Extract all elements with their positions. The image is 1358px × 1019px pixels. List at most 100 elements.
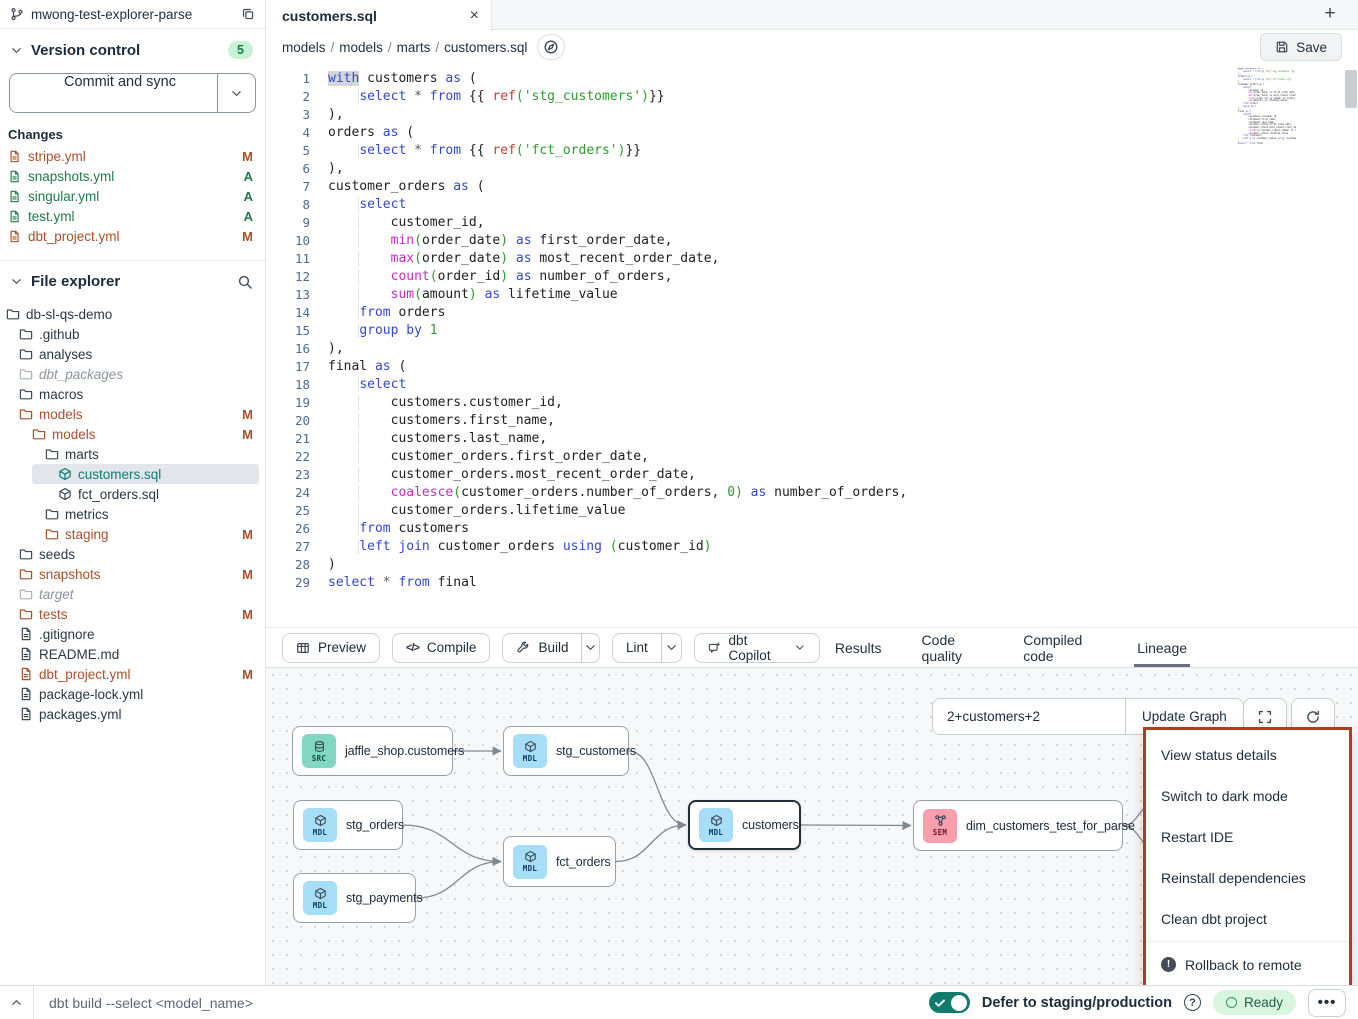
help-icon[interactable]: ? — [1184, 994, 1201, 1011]
menu-item-restart-ide[interactable]: Restart IDE — [1146, 816, 1349, 857]
compile-button[interactable]: </> Compile — [392, 633, 490, 663]
save-button[interactable]: Save — [1260, 33, 1342, 61]
commit-options-caret[interactable] — [217, 74, 255, 112]
close-icon[interactable]: × — [470, 8, 479, 24]
menu-item-reinstall-dependencies[interactable]: Reinstall dependencies — [1146, 857, 1349, 898]
version-control-header[interactable]: Version control 5 — [0, 29, 265, 65]
lineage-node-stg_payments[interactable]: MDLstg_payments — [293, 873, 416, 923]
tree-item-customers-sql[interactable]: customers.sql — [0, 464, 265, 484]
chevron-down-icon — [230, 87, 243, 100]
tree-item-models[interactable]: modelsM — [0, 404, 265, 424]
lineage-node-src_jaffle[interactable]: SRCjaffle_shop.customers — [292, 726, 453, 776]
lint-button[interactable]: Lint — [613, 634, 661, 662]
code-line: with customers as ( — [328, 70, 907, 88]
file-actions-button[interactable] — [537, 34, 565, 60]
tree-item--gitignore[interactable]: .gitignore — [0, 624, 265, 644]
editor-scrollbar[interactable] — [1345, 70, 1357, 108]
tree-item-db-sl-qs-demo[interactable]: db-sl-qs-demo — [0, 304, 265, 324]
tree-item-packages-yml[interactable]: packages.yml — [0, 704, 265, 724]
tree-item-target[interactable]: target — [0, 584, 265, 604]
tree-item-label: marts — [65, 447, 99, 462]
tab-compiled-code[interactable]: Compiled code — [1020, 628, 1100, 667]
tree-item-package-lock-yml[interactable]: package-lock.yml — [0, 684, 265, 704]
node-badge-mdl: MDL — [303, 881, 337, 915]
search-icon[interactable] — [237, 274, 253, 290]
tree-item-seeds[interactable]: seeds — [0, 544, 265, 564]
change-item[interactable]: snapshots.ymlA — [0, 166, 265, 186]
lineage-node-dim[interactable]: SEMdim_customers_test_for_parse — [913, 800, 1123, 851]
breadcrumb-item[interactable]: customers.sql — [444, 40, 527, 55]
tree-item-models[interactable]: modelsM — [0, 424, 265, 444]
lint-options-caret[interactable] — [661, 634, 681, 662]
folder-icon — [6, 307, 20, 321]
breadcrumb-item[interactable]: marts — [397, 40, 431, 55]
build-options-caret[interactable] — [581, 634, 599, 662]
dbt-copilot-button[interactable]: dbt Copilot — [694, 633, 820, 663]
code-line: ), — [1238, 108, 1296, 111]
code-line: max(order_date) as most_recent_order_dat… — [1238, 95, 1296, 98]
tree-item-staging[interactable]: stagingM — [0, 524, 265, 544]
tree-item--github[interactable]: .github — [0, 324, 265, 344]
node-badge-label: MDL — [523, 754, 537, 763]
tree-item-fct-orders-sql[interactable]: fct_orders.sql — [0, 484, 265, 504]
lineage-search-input[interactable] — [933, 699, 1125, 734]
code-line: select — [1238, 87, 1296, 90]
code-editor[interactable]: 1234567891011121314151617181920212223242… — [266, 64, 1358, 627]
tree-item-marts[interactable]: marts — [0, 444, 265, 464]
code-line: customer_id, — [328, 214, 907, 232]
tree-item-status: M — [242, 407, 253, 422]
tree-item-tests[interactable]: testsM — [0, 604, 265, 624]
refresh-icon — [1305, 709, 1321, 725]
file-icon — [8, 150, 21, 163]
tree-item-metrics[interactable]: metrics — [0, 504, 265, 524]
tree-item-label: package-lock.yml — [39, 687, 143, 702]
lineage-panel[interactable]: SRCjaffle_shop.customers MDLstg_customers… — [266, 668, 1358, 985]
lineage-node-stg_orders[interactable]: MDLstg_orders — [293, 800, 403, 850]
toggle-knob — [951, 995, 967, 1011]
tree-item-snapshots[interactable]: snapshotsM — [0, 564, 265, 584]
tree-item-readme-md[interactable]: README.md — [0, 644, 265, 664]
tab-code-quality[interactable]: Code quality — [919, 628, 987, 667]
lint-label: Lint — [626, 640, 648, 655]
menu-item-clean-dbt-project[interactable]: Clean dbt project — [1146, 898, 1349, 939]
file-icon — [19, 647, 33, 661]
copy-icon[interactable] — [241, 7, 255, 21]
collapse-panel-button[interactable] — [0, 986, 34, 1019]
menu-item-switch-to-dark-mode[interactable]: Switch to dark mode — [1146, 775, 1349, 816]
change-item[interactable]: stripe.ymlM — [0, 146, 265, 166]
build-button[interactable]: Build — [503, 634, 581, 662]
code-line: customer_orders.lifetime_value — [1238, 133, 1296, 136]
lineage-node-customers[interactable]: MDLcustomers — [688, 800, 801, 850]
preview-button[interactable]: Preview — [282, 633, 380, 663]
change-item[interactable]: singular.ymlA — [0, 186, 265, 206]
file-explorer-header[interactable]: File explorer — [0, 261, 265, 300]
change-item[interactable]: dbt_project.ymlM — [0, 226, 265, 246]
tree-item-dbt-packages[interactable]: dbt_packages — [0, 364, 265, 384]
editor-toolbar: models/models/marts/customers.sql Save — [266, 30, 1358, 64]
tab-results[interactable]: Results — [832, 628, 885, 667]
check-icon — [934, 997, 946, 1009]
code-line: customer_orders.most_recent_order_date, — [1238, 127, 1296, 130]
code-line: group by 1 — [1238, 106, 1296, 109]
breadcrumb-item[interactable]: models — [339, 40, 383, 55]
tree-item-macros[interactable]: macros — [0, 384, 265, 404]
menu-item-view-status-details[interactable]: View status details — [1146, 734, 1349, 775]
tab-customers-sql[interactable]: customers.sql × — [266, 0, 492, 31]
lineage-node-fct_orders[interactable]: MDLfct_orders — [503, 836, 616, 887]
tree-item-analyses[interactable]: analyses — [0, 344, 265, 364]
commit-and-sync-button[interactable]: Commit and sync — [10, 74, 217, 112]
breadcrumb-item[interactable]: models — [282, 40, 326, 55]
change-item[interactable]: test.ymlA — [0, 206, 265, 226]
lineage-node-stg_customers[interactable]: MDLstg_customers — [503, 726, 629, 776]
line-number: 24 — [266, 484, 310, 502]
more-options-button[interactable]: ••• — [1308, 989, 1346, 1017]
defer-toggle[interactable] — [929, 992, 970, 1013]
new-tab-button[interactable]: + — [1318, 2, 1342, 26]
file-icon — [19, 707, 33, 721]
command-input[interactable]: dbt build --select <model_name> — [34, 995, 929, 1011]
minimap[interactable]: with customers as ( select * from {{ ref… — [1238, 68, 1296, 146]
tree-item-label: packages.yml — [39, 707, 122, 722]
tab-lineage[interactable]: Lineage — [1134, 628, 1190, 667]
menu-item-rollback-to-remote[interactable]: !Rollback to remote — [1146, 944, 1349, 985]
tree-item-dbt-project-yml[interactable]: dbt_project.ymlM — [0, 664, 265, 684]
